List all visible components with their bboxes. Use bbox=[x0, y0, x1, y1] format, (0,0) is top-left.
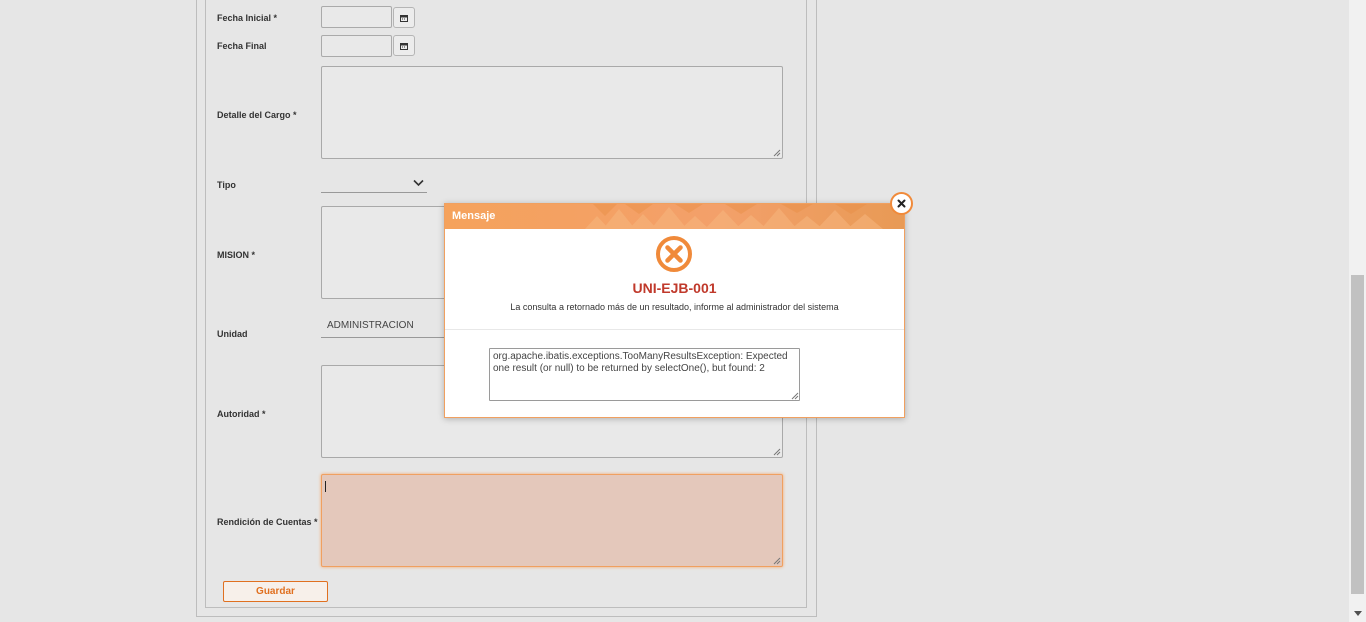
resize-grip-icon[interactable] bbox=[772, 447, 781, 456]
rendicion-label: Rendición de Cuentas * bbox=[217, 517, 318, 527]
detalle-label: Detalle del Cargo * bbox=[217, 110, 297, 120]
calendar-icon[interactable] bbox=[393, 7, 415, 28]
chevron-down-icon bbox=[413, 179, 424, 187]
header-pattern bbox=[585, 204, 883, 229]
tipo-label: Tipo bbox=[217, 180, 236, 190]
mision-label: MISION * bbox=[217, 250, 256, 260]
dialog-title: Mensaje bbox=[452, 210, 496, 222]
fecha-inicial-input[interactable] bbox=[321, 6, 392, 28]
error-dialog: Mensaje UNI-EJB-001 La consulta a retorn… bbox=[444, 203, 905, 418]
fecha-final-input[interactable] bbox=[321, 35, 392, 57]
fecha-inicial-label: Fecha Inicial * bbox=[217, 13, 278, 23]
detalle-textarea[interactable] bbox=[321, 66, 783, 159]
error-code: UNI-EJB-001 bbox=[632, 280, 717, 296]
resize-grip-icon[interactable] bbox=[790, 391, 799, 400]
scrollbar-thumb[interactable] bbox=[1351, 275, 1364, 594]
resize-grip-icon[interactable] bbox=[772, 556, 781, 565]
dialog-divider bbox=[445, 329, 904, 330]
error-detail-textarea[interactable]: org.apache.ibatis.exceptions.TooManyResu… bbox=[489, 348, 800, 401]
unidad-label: Unidad bbox=[217, 329, 248, 339]
tipo-select[interactable] bbox=[321, 176, 427, 193]
close-icon[interactable] bbox=[890, 192, 913, 215]
fecha-final-label: Fecha Final bbox=[217, 41, 267, 51]
autoridad-label: Autoridad * bbox=[217, 409, 266, 419]
resize-grip-icon[interactable] bbox=[772, 148, 781, 157]
rendicion-textarea[interactable] bbox=[321, 474, 783, 567]
error-message: La consulta a retornado más de un result… bbox=[510, 302, 839, 312]
save-button[interactable]: Guardar bbox=[223, 581, 328, 602]
error-x-icon bbox=[656, 236, 692, 272]
calendar-icon[interactable] bbox=[393, 35, 415, 56]
dialog-header[interactable]: Mensaje bbox=[445, 204, 904, 229]
scroll-down-icon[interactable] bbox=[1349, 606, 1366, 620]
text-caret bbox=[325, 481, 326, 492]
